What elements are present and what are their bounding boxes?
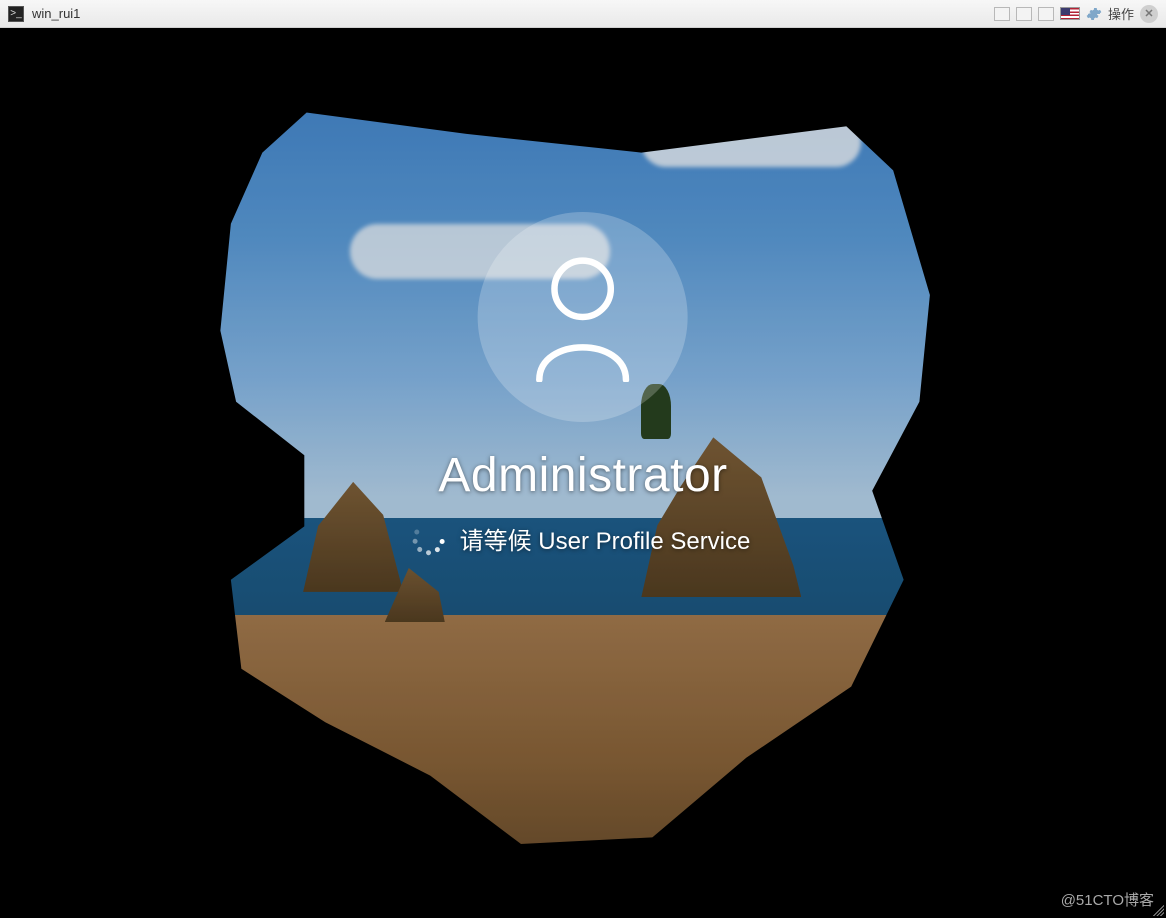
gear-icon xyxy=(1086,6,1102,22)
titlebar-controls: 操作 ✕ xyxy=(994,4,1158,23)
login-status-text: 请等候 User Profile Service xyxy=(460,521,751,556)
user-avatar xyxy=(478,212,688,422)
action-menu[interactable]: 操作 xyxy=(1108,4,1134,23)
login-status-row: 请等候 User Profile Service xyxy=(416,521,751,556)
login-panel: Administrator 请等候 User Profile Service xyxy=(416,212,751,556)
user-icon xyxy=(528,252,638,382)
view-mode-button-2[interactable] xyxy=(1016,7,1032,21)
vm-display: Administrator 请等候 User Profile Service @… xyxy=(0,28,1166,918)
vm-titlebar: >_ win_rui1 操作 ✕ xyxy=(0,0,1166,28)
view-mode-button-3[interactable] xyxy=(1038,7,1054,21)
login-username: Administrator xyxy=(438,448,727,503)
keyboard-layout-icon[interactable] xyxy=(1060,7,1080,20)
close-icon[interactable]: ✕ xyxy=(1140,5,1158,23)
resize-grip-icon[interactable] xyxy=(1150,902,1164,916)
vm-title: win_rui1 xyxy=(32,6,80,21)
loading-spinner-icon xyxy=(416,526,442,552)
terminal-icon: >_ xyxy=(8,6,24,22)
view-mode-button-1[interactable] xyxy=(994,7,1010,21)
watermark-text: @51CTO博客 xyxy=(1061,889,1154,910)
